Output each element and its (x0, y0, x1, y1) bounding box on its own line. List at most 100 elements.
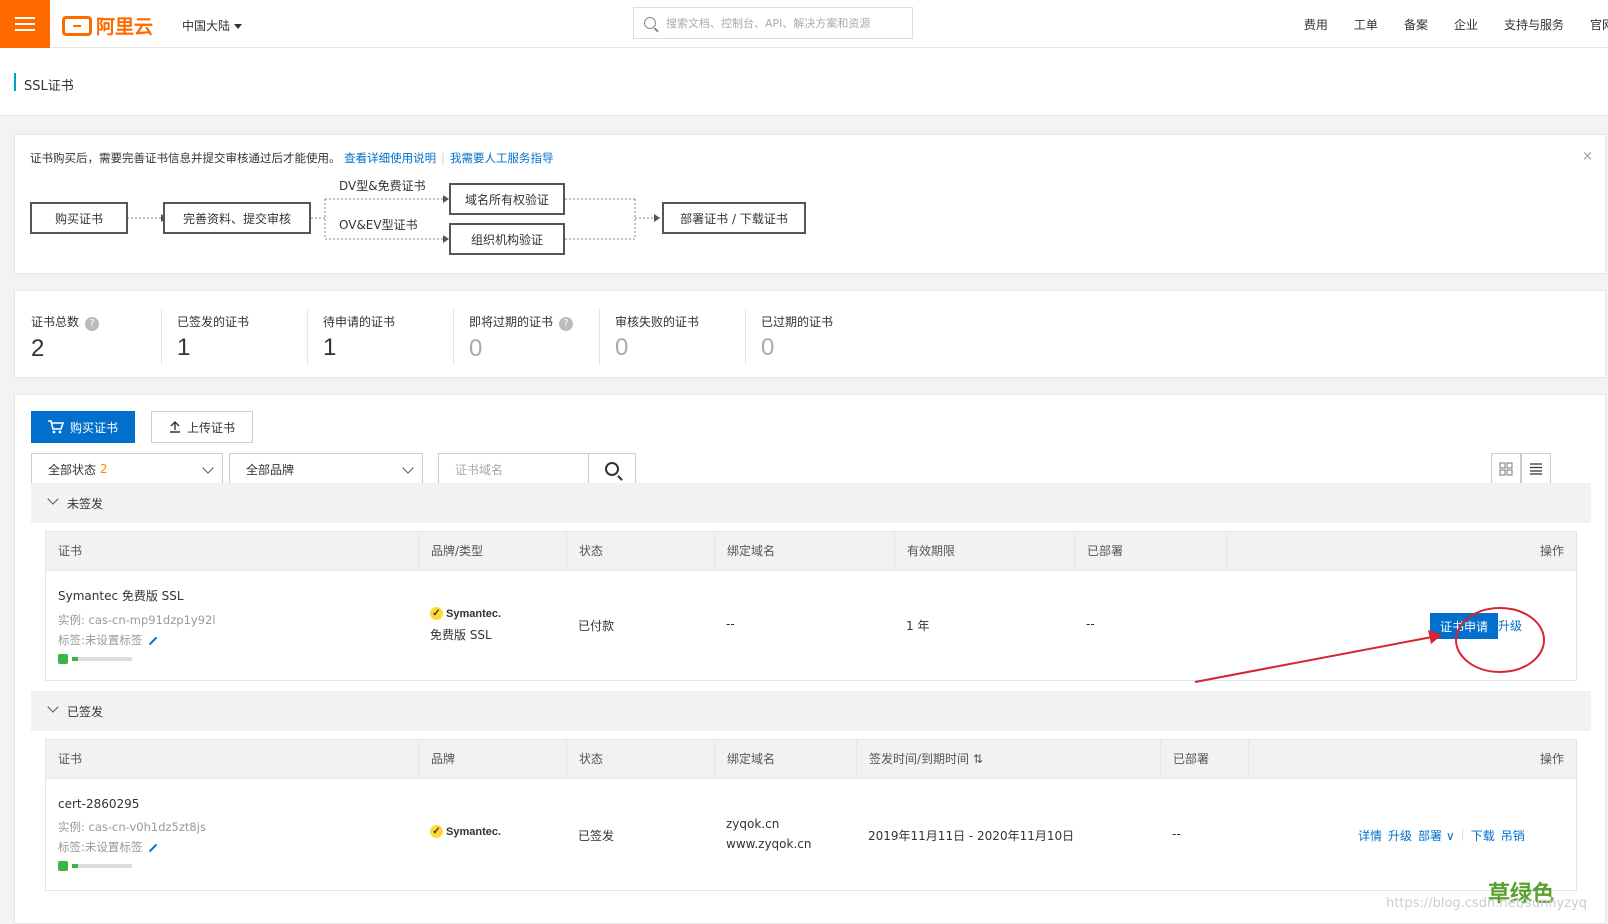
upload-certificate-button[interactable]: 上传证书 (151, 411, 253, 443)
stat-total: 证书总数? 2 (31, 313, 100, 363)
stat-expiring: 即将过期的证书? 0 (469, 313, 574, 363)
stat-expired-label: 已过期的证书 (761, 315, 834, 329)
search-placeholder: 搜索文档、控制台、API、解决方案和资源 (666, 17, 871, 30)
group-unissued-label: 未签发 (67, 496, 104, 511)
stat-issued-value: 1 (177, 334, 191, 361)
table-row: Symantec 免费版 SSL 实例: cas-cn-mp91dzp1y92l… (45, 571, 1577, 681)
col-certificate: 证书 (58, 544, 83, 558)
status-text: 已签发 (578, 829, 615, 843)
apply-certificate-button[interactable]: 证书申请 (1430, 613, 1498, 639)
symantec-logo: ✓ Symantec. (430, 607, 501, 620)
issued-table-header: 证书 品牌 状态 绑定域名 签发时间/到期时间 ⇅ 已部署 操作 (45, 739, 1577, 779)
flow-step-buy: 购买证书 (30, 202, 128, 234)
security-progress (58, 654, 216, 664)
status-filter-value: 全部状态 (48, 462, 97, 477)
cert-cell: cert-2860295 实例: cas-cn-v0h1dz5zt8js 标签:… (58, 797, 206, 871)
row-actions: 详情 升级 部署 ∨ | 下载 吊销 (1358, 827, 1525, 844)
list-view-icon (1530, 463, 1542, 475)
details-link[interactable]: 详情 (1358, 827, 1382, 844)
upload-icon (169, 421, 180, 433)
title-accent-bar (14, 73, 16, 91)
edit-icon[interactable] (149, 636, 158, 645)
page-title: SSL证书 (24, 79, 74, 94)
cert-name: cert-2860295 (58, 797, 140, 811)
deployed-text: -- (1172, 827, 1181, 841)
col-brand-type: 品牌/类型 (418, 532, 566, 570)
top-nav-links: 费用 工单 备案 企业 支持与服务 官网 (1278, 16, 1608, 33)
nav-enterprise[interactable]: 企业 (1454, 16, 1478, 33)
list-view-toggle[interactable] (1521, 453, 1551, 485)
divider (307, 309, 308, 365)
flow-branch-dv: DV型&免费证书 (339, 179, 426, 193)
nav-tickets[interactable]: 工单 (1354, 16, 1378, 33)
cert-tag: 标签:未设置标签 (58, 840, 143, 854)
group-issued[interactable]: 已签发 (31, 691, 1591, 731)
nav-fees[interactable]: 费用 (1304, 16, 1328, 33)
deploy-link: 部署 (1418, 829, 1443, 843)
region-selector[interactable]: 中国大陆 (182, 17, 243, 34)
search-button[interactable] (588, 453, 636, 485)
deployed-text: -- (1086, 617, 1095, 631)
brand-filter-value: 全部品牌 (246, 462, 295, 477)
col-actions: 操作 (1226, 532, 1576, 570)
nav-icp[interactable]: 备案 (1404, 16, 1428, 33)
domain-text: -- (726, 617, 735, 631)
brand-cell: ✓ Symantec. 免费版 SSL (430, 607, 501, 643)
chevron-down-icon (402, 462, 414, 474)
stat-total-value: 2 (31, 335, 45, 362)
brand-name: Symantec. (446, 825, 502, 838)
edit-icon[interactable] (149, 843, 158, 852)
download-link[interactable]: 下载 (1471, 827, 1495, 844)
upgrade-link[interactable]: 升级 (1498, 617, 1522, 634)
buy-certificate-button[interactable]: 购买证书 (31, 411, 135, 443)
global-search-input[interactable]: 搜索文档、控制台、API、解决方案和资源 (633, 7, 913, 39)
col-certificate: 证书 (58, 752, 83, 766)
help-icon[interactable]: ? (559, 317, 574, 331)
group-unissued[interactable]: 未签发 (31, 483, 1591, 523)
cert-instance-id: 实例: cas-cn-v0h1dz5zt8js (58, 820, 206, 834)
card-view-toggle[interactable] (1491, 453, 1521, 485)
notice-panel: 证书购买后，需要完善证书信息并提交审核通过后才能使用。 查看详细使用说明 | 我需要… (14, 134, 1606, 274)
progress-bar (72, 657, 132, 661)
upload-certificate-label: 上传证书 (186, 420, 235, 435)
flow-step-org-verify: 组织机构验证 (449, 223, 565, 255)
revoke-link[interactable]: 吊销 (1501, 827, 1525, 844)
menu-icon[interactable] (0, 0, 50, 48)
stat-expired-value: 0 (761, 334, 775, 361)
validity-text: 1 年 (906, 619, 930, 633)
brand-name: Symantec. (446, 607, 502, 620)
checkmark-icon: ✓ (430, 825, 443, 838)
col-status: 状态 (566, 740, 714, 778)
certificate-list-panel: 购买证书 上传证书 全部状态 2 全部品牌 证书域名 未签发 证书 品牌/类型 … (14, 394, 1606, 924)
progress-bar (72, 864, 132, 868)
stat-issued: 已签发的证书 1 (177, 313, 249, 363)
domain-text: zyqok.cn (726, 817, 780, 831)
sort-icon: ⇅ (972, 752, 983, 766)
shield-icon (58, 861, 68, 871)
col-deployed: 已部署 (1160, 740, 1248, 778)
deploy-dropdown[interactable]: 部署 ∨ (1418, 827, 1455, 844)
logo-mark-icon (62, 15, 92, 36)
status-filter-count: 2 (99, 462, 108, 476)
brand-filter-select[interactable]: 全部品牌 (229, 453, 423, 485)
group-issued-label: 已签发 (67, 704, 104, 719)
col-issue-expire-label: 签发时间/到期时间 (869, 752, 970, 766)
col-issue-expire[interactable]: 签发时间/到期时间 ⇅ (856, 740, 1160, 778)
stat-expired: 已过期的证书 0 (761, 313, 833, 363)
stat-failed-value: 0 (615, 334, 629, 361)
nav-official-site[interactable]: 官网 (1590, 16, 1608, 33)
stat-issued-label: 已签发的证书 (177, 315, 250, 329)
divider (599, 309, 600, 365)
flow-branch-ov: OV&EV型证书 (339, 218, 418, 232)
help-icon[interactable]: ? (85, 317, 100, 331)
aliyun-logo[interactable]: 阿里云 (62, 12, 153, 39)
domain-search-input[interactable]: 证书域名 (438, 453, 588, 485)
col-domain: 绑定域名 (714, 740, 856, 778)
upgrade-link[interactable]: 升级 (1388, 827, 1412, 844)
status-filter-select[interactable]: 全部状态 2 (31, 453, 223, 485)
unissued-table-header: 证书 品牌/类型 状态 绑定域名 有效期限 已部署 操作 (45, 531, 1577, 571)
brand-cell: ✓ Symantec. (430, 825, 501, 838)
symantec-logo: ✓ Symantec. (430, 825, 501, 838)
security-progress (58, 861, 206, 871)
nav-support[interactable]: 支持与服务 (1504, 16, 1564, 33)
